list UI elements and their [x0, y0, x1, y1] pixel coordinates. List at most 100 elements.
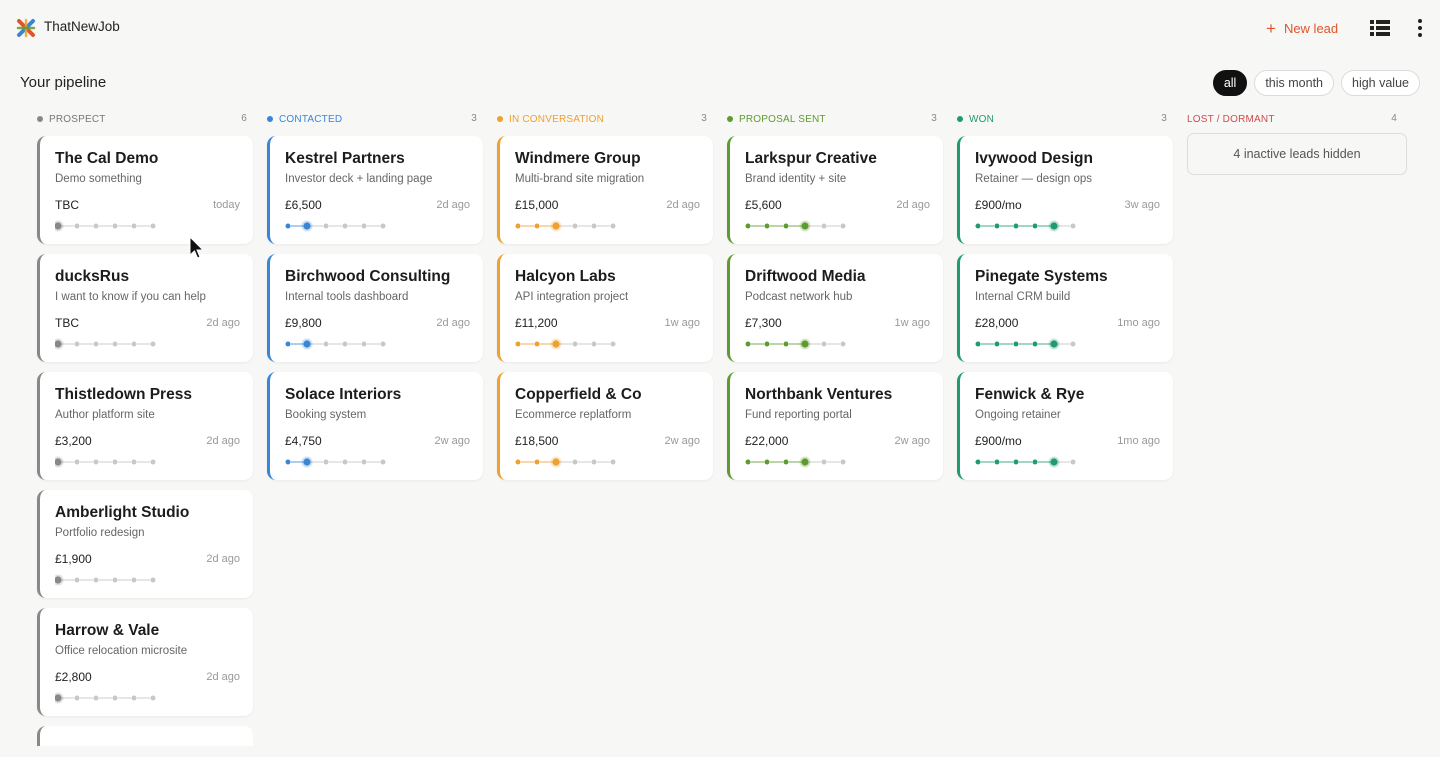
stage-dot [764, 341, 770, 347]
status-dot-icon [497, 116, 503, 122]
lead-title: Halcyon Labs [515, 268, 616, 285]
lead-age: 2d ago [206, 435, 240, 447]
stage-progress [745, 338, 846, 350]
stage-dot [1070, 459, 1076, 465]
status-dot-icon [727, 116, 733, 122]
stage-dot [975, 223, 981, 229]
lead-card[interactable]: Larkspur Creative Brand identity + site £5… [727, 136, 943, 244]
lead-age: 2d ago [206, 671, 240, 683]
lead-card[interactable]: Birchwood Consulting Internal tools dashb… [267, 254, 483, 362]
app-logo-icon[interactable] [16, 18, 36, 38]
lead-value: £900/mo [975, 198, 1022, 212]
app-name[interactable]: ThatNewJob [44, 19, 120, 34]
lead-title: Windmere Group [515, 150, 641, 167]
stage-dot [342, 459, 348, 465]
stage-dot [1013, 341, 1019, 347]
status-dot-icon [957, 116, 963, 122]
lead-age: 1mo ago [1117, 435, 1160, 447]
column-count: 3 [701, 113, 707, 124]
lead-subtitle: Demo something [55, 173, 142, 185]
lead-value: £11,200 [515, 316, 558, 330]
stage-dot [801, 340, 809, 348]
stage-dot [150, 341, 156, 347]
stage-dot [361, 223, 367, 229]
lead-card[interactable]: Harrow & Vale Office relocation microsite… [37, 608, 253, 716]
new-lead-button[interactable]: + New lead [1266, 18, 1338, 38]
filter-all[interactable]: all [1212, 70, 1248, 96]
lead-title: Kestrel Partners [285, 150, 405, 167]
lead-title: Thistledown Press [55, 386, 192, 403]
stage-dot [515, 459, 521, 465]
column-count: 3 [931, 113, 937, 124]
lead-card-partial[interactable] [37, 726, 253, 746]
column-header: LOST / DORMANT 4 [1187, 110, 1403, 128]
lead-card[interactable]: Pinegate Systems Internal CRM build £28,00… [957, 254, 1173, 362]
stage-dot [112, 223, 118, 229]
lead-card[interactable]: ducksRus I want to know if you can help TB… [37, 254, 253, 362]
lead-title: Driftwood Media [745, 268, 866, 285]
lead-age: 1mo ago [1117, 317, 1160, 329]
list-view-icon[interactable] [1370, 20, 1390, 36]
filter-this-month[interactable]: this month [1254, 70, 1334, 96]
stage-progress [55, 220, 156, 232]
stage-dot [764, 459, 770, 465]
filter-high-value[interactable]: high value [1341, 70, 1420, 96]
stage-dot [323, 459, 329, 465]
lead-subtitle: Ecommerce replatform [515, 409, 632, 421]
more-options-icon[interactable] [1412, 17, 1428, 39]
inactive-leads-note[interactable]: 4 inactive leads hidden [1187, 133, 1407, 175]
stage-dot [821, 341, 827, 347]
stage-dot [821, 223, 827, 229]
lead-card[interactable]: Kestrel Partners Investor deck + landing … [267, 136, 483, 244]
stage-dot [994, 459, 1000, 465]
lead-age: today [213, 199, 240, 211]
stage-dot [1013, 459, 1019, 465]
lead-card[interactable]: Solace Interiors Booking system £4,750 2w a… [267, 372, 483, 480]
lead-card[interactable]: The Cal Demo Demo something TBC today [37, 136, 253, 244]
lead-value: £4,750 [285, 434, 322, 448]
lead-age: 1w ago [894, 317, 930, 329]
stage-progress [285, 220, 386, 232]
lead-subtitle: Office relocation microsite [55, 645, 188, 657]
stage-dot [1070, 223, 1076, 229]
stage-dot [572, 459, 578, 465]
lead-card[interactable]: Northbank Ventures Fund reporting portal £… [727, 372, 943, 480]
lead-age: 1w ago [664, 317, 700, 329]
stage-dot [610, 459, 616, 465]
lead-subtitle: Investor deck + landing page [285, 173, 433, 185]
lead-age: 2d ago [666, 199, 700, 211]
stage-dot [1032, 459, 1038, 465]
lead-card[interactable]: Ivywood Design Retainer — design ops £900/… [957, 136, 1173, 244]
lead-title: Copperfield & Co [515, 386, 642, 403]
lead-subtitle: API integration project [515, 291, 629, 303]
stage-progress [55, 692, 156, 704]
stage-progress [55, 338, 156, 350]
column-count: 3 [471, 113, 477, 124]
stage-dot [150, 695, 156, 701]
lead-card[interactable]: Copperfield & Co Ecommerce replatform £18,… [497, 372, 713, 480]
lead-card[interactable]: Windmere Group Multi-brand site migration… [497, 136, 713, 244]
stage-dot [840, 223, 846, 229]
lead-card[interactable]: Amberlight Studio Portfolio redesign £1,90… [37, 490, 253, 598]
lead-card[interactable]: Driftwood Media Podcast network hub £7,300… [727, 254, 943, 362]
lead-value: £1,900 [55, 552, 92, 566]
lead-value: £7,300 [745, 316, 782, 330]
stage-dot [1070, 341, 1076, 347]
lead-card[interactable]: Halcyon Labs API integration project £11,2… [497, 254, 713, 362]
lead-age: 2d ago [436, 317, 470, 329]
lead-card[interactable]: Fenwick & Rye Ongoing retainer £900/mo 1mo … [957, 372, 1173, 480]
lead-card[interactable]: Thistledown Press Author platform site £3,… [37, 372, 253, 480]
plus-icon: + [1266, 18, 1276, 38]
lead-age: 2w ago [434, 435, 470, 447]
stage-dot [1050, 458, 1058, 466]
stage-dot [131, 223, 137, 229]
stage-dot [783, 341, 789, 347]
lead-subtitle: Brand identity + site [745, 173, 847, 185]
lead-title: Harrow & Vale [55, 622, 160, 639]
stage-dot [380, 459, 386, 465]
stage-progress [285, 338, 386, 350]
stage-dot [801, 458, 809, 466]
stage-dot [515, 223, 521, 229]
column-label: PROPOSAL SENT [739, 113, 826, 125]
stage-dot [745, 223, 751, 229]
